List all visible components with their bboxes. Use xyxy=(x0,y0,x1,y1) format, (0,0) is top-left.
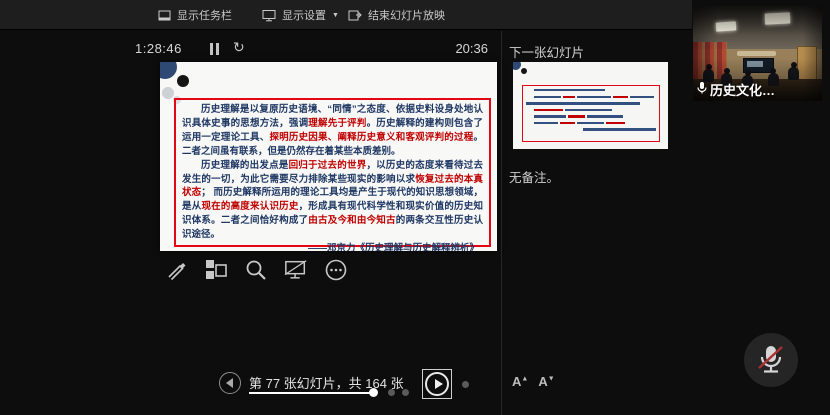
slide-paragraph-1: 历史理解是以复原历史语境、“同情”之态度、依据史料设身处地认识具体史事的思想方法… xyxy=(182,103,483,159)
see-all-slides-button[interactable] xyxy=(204,258,228,282)
next-slide-thumbnail xyxy=(513,62,668,149)
slide-decoration-circle xyxy=(162,87,174,99)
video-call-overlay[interactable]: 历史文化… xyxy=(693,6,822,101)
presenter-view: 显示任务栏 显示设置 ▼ 结束幻灯片放映 1:28:46 ↻ 20:36 历史理… xyxy=(0,0,830,415)
next-slide-button[interactable] xyxy=(425,372,449,396)
pen-tool-button[interactable] xyxy=(164,258,188,282)
current-slide-stage[interactable]: 历史理解是以复原历史语境、“同情”之态度、依据史料设身处地认识具体史事的思想方法… xyxy=(160,62,497,251)
progress-dot xyxy=(388,389,395,396)
show-taskbar-button[interactable]: 显示任务栏 xyxy=(158,0,232,30)
slide-paragraph-2: 历史理解的出发点是回归于过去的世界，以历史的态度来看待过去发生的一切，为此它需要… xyxy=(182,159,483,242)
participant-name-bar: 历史文化… xyxy=(696,80,775,99)
previous-slide-button[interactable] xyxy=(219,372,241,394)
next-button-focus-ring xyxy=(422,369,452,399)
slide-attribution: ——邓京力《历史理解与历史解释辨析》 xyxy=(182,242,483,251)
next-slide-panel-title: 下一张幻灯片 xyxy=(509,42,584,61)
chevron-down-icon: ▼ xyxy=(332,12,339,19)
current-time: 20:36 xyxy=(448,41,488,56)
participant-label: 历史文化… xyxy=(710,80,775,99)
restart-timer-button[interactable]: ↻ xyxy=(233,39,245,56)
slide-position-label: 第 77 张幻灯片，共 164 张 xyxy=(249,373,404,392)
slide-progress-thumb[interactable] xyxy=(369,388,378,397)
taskbar-icon xyxy=(158,9,171,22)
slide-decoration-circle xyxy=(513,62,521,70)
end-slideshow-icon xyxy=(348,9,362,22)
pause-timer-button[interactable] xyxy=(210,43,222,55)
presenter-toolbar: 显示任务栏 显示设置 ▼ 结束幻灯片放映 xyxy=(0,0,692,30)
arrow-left-icon xyxy=(226,378,233,388)
decrease-text-size-button[interactable]: A▼ xyxy=(538,374,554,389)
arrow-right-icon xyxy=(435,379,443,389)
thumbnail-text-box xyxy=(522,85,660,142)
display-settings-button[interactable]: 显示设置 ▼ xyxy=(262,0,339,30)
end-slideshow-label: 结束幻灯片放映 xyxy=(368,7,445,23)
monitor-icon xyxy=(262,9,276,22)
slide-decoration-circle xyxy=(521,68,527,74)
progress-dot xyxy=(402,389,409,396)
zoom-slide-button[interactable] xyxy=(244,258,268,282)
slide-decoration-circle xyxy=(160,62,177,79)
black-screen-button[interactable] xyxy=(284,258,308,282)
more-options-button[interactable] xyxy=(324,258,348,282)
elapsed-timer: 1:28:46 xyxy=(135,41,182,56)
microphone-mute-button[interactable] xyxy=(744,333,798,387)
slide-decoration-circle xyxy=(177,75,189,87)
microphone-muted-icon xyxy=(756,343,786,377)
panel-divider xyxy=(501,31,502,415)
notes-text: 无备注。 xyxy=(509,167,559,186)
increase-text-size-button[interactable]: A▲ xyxy=(512,374,528,389)
caret-up-icon: ▲ xyxy=(521,376,528,383)
end-slideshow-button[interactable]: 结束幻灯片放映 xyxy=(348,0,445,30)
show-taskbar-label: 显示任务栏 xyxy=(177,7,232,23)
display-settings-label: 显示设置 xyxy=(282,7,326,23)
slide-progress-bar[interactable] xyxy=(249,392,373,394)
notes-font-controls: A▲ A▼ xyxy=(512,374,555,389)
microphone-icon xyxy=(696,81,708,98)
annotation-toolbar xyxy=(164,258,348,282)
progress-dot xyxy=(462,381,469,388)
caret-down-icon: ▼ xyxy=(548,376,555,383)
slide-text-box: 历史理解是以复原历史语境、“同情”之态度、依据史料设身处地认识具体史事的思想方法… xyxy=(174,98,491,247)
